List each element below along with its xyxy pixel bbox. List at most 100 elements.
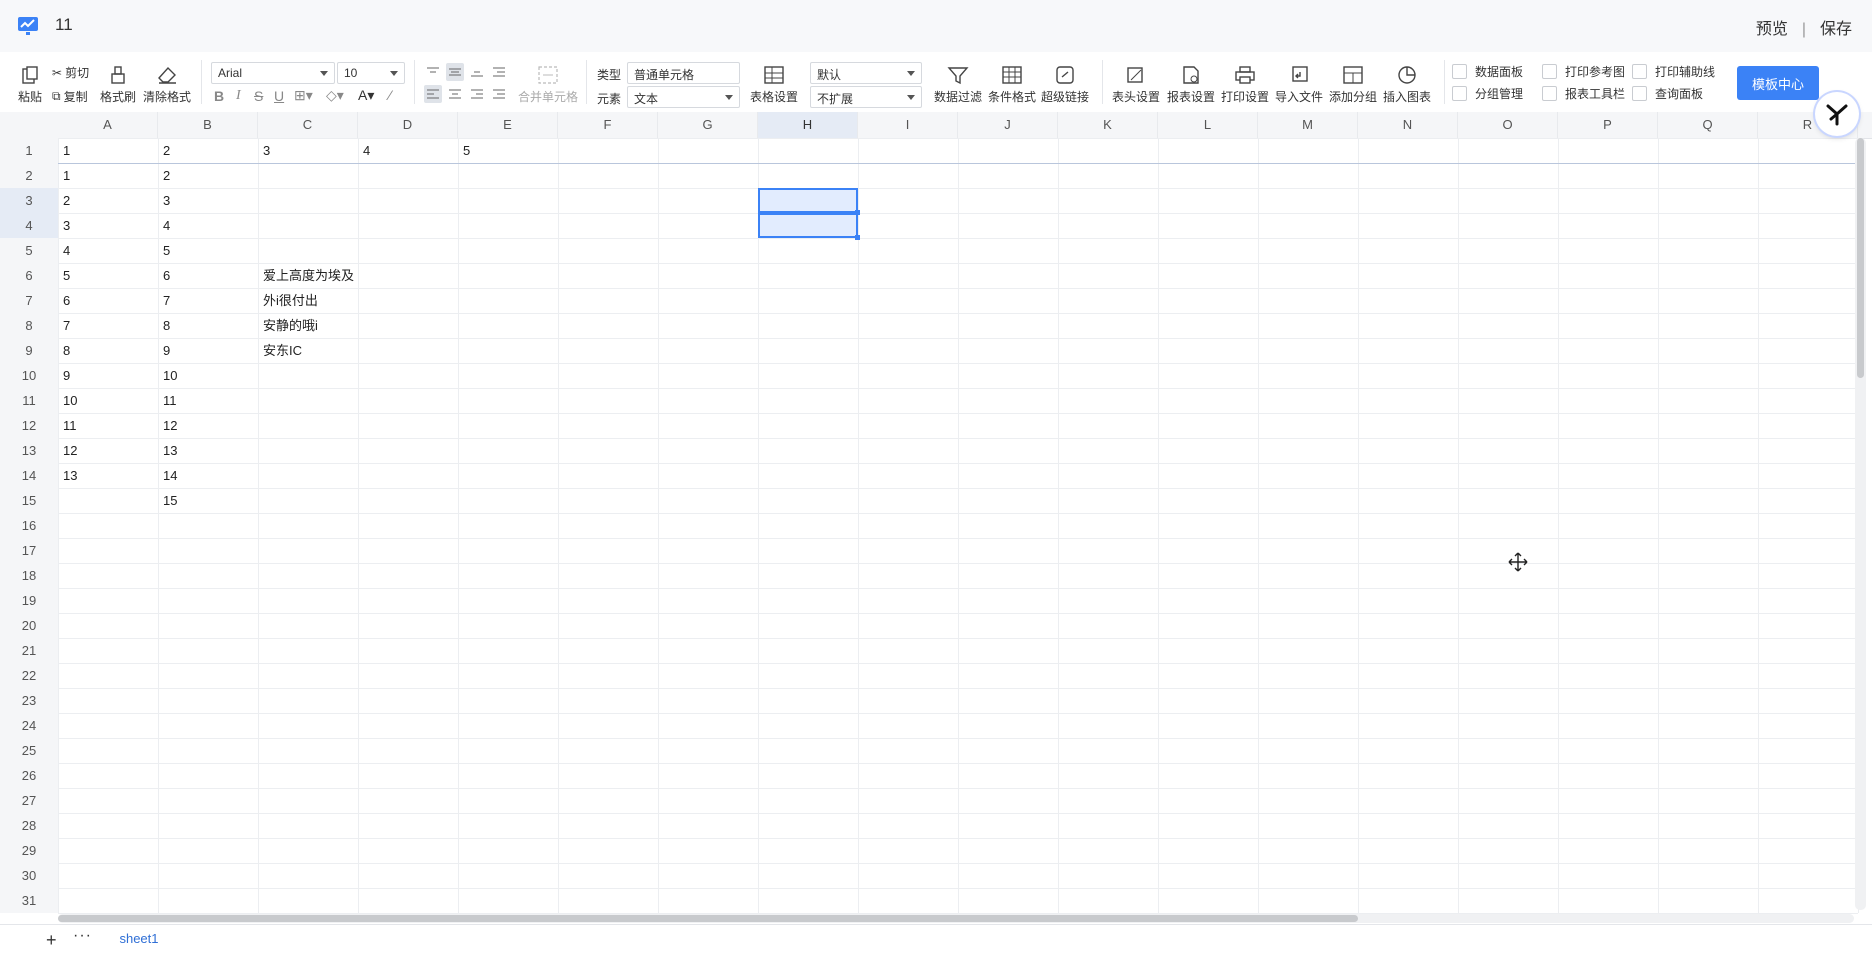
row-header-16[interactable]: 16 [0,513,58,538]
cell-a14[interactable]: 13 [58,463,158,488]
type-select[interactable]: 普通单元格 [627,62,740,84]
cell-c7[interactable]: 外i很付出 [258,288,358,313]
cell-a10[interactable]: 9 [58,363,158,388]
row-header-24[interactable]: 24 [0,713,58,738]
row-header-31[interactable]: 31 [0,888,58,913]
fill-color-icon[interactable]: ◇▾ [326,87,344,104]
cell-b13[interactable]: 13 [158,438,258,463]
cell-a5[interactable]: 4 [58,238,158,263]
cell-a13[interactable]: 12 [58,438,158,463]
align-center-icon[interactable] [446,85,464,103]
row-header-7[interactable]: 7 [0,288,58,313]
column-header-d[interactable]: D [358,112,458,138]
row-header-11[interactable]: 11 [0,388,58,413]
row-header-3[interactable]: 3 [0,188,58,213]
cell-b10[interactable]: 10 [158,363,258,388]
row-header-25[interactable]: 25 [0,738,58,763]
group-manage-checkbox[interactable]: 分组管理 [1452,85,1523,102]
assistant-avatar-icon[interactable] [1815,92,1859,136]
bold-icon[interactable]: B [214,88,224,104]
italic-icon[interactable]: I [236,88,241,104]
row-header-12[interactable]: 12 [0,413,58,438]
row-header-5[interactable]: 5 [0,238,58,263]
cell-b7[interactable]: 7 [158,288,258,313]
align-right-icon[interactable] [468,85,486,103]
cell-b6[interactable]: 6 [158,263,258,288]
indent-icon[interactable] [490,85,508,103]
column-header-l[interactable]: L [1158,112,1258,138]
row-header-9[interactable]: 9 [0,338,58,363]
column-header-c[interactable]: C [258,112,358,138]
cell-a11[interactable]: 10 [58,388,158,413]
align-bottom-icon[interactable] [468,63,486,81]
paste-button[interactable]: 粘贴 [18,62,42,105]
print-settings-button[interactable]: 打印设置 [1221,62,1269,105]
format-painter-button[interactable]: 格式刷 [100,62,136,105]
row-header-10[interactable]: 10 [0,363,58,388]
save-button[interactable]: 保存 [1820,21,1852,38]
header-settings-button[interactable]: 表头设置 [1112,62,1160,105]
wrap-text-icon[interactable] [490,63,508,81]
column-header-f[interactable]: F [558,112,658,138]
cell-a4[interactable]: 3 [58,213,158,238]
expand-select[interactable]: 不扩展 [810,86,922,108]
column-header-k[interactable]: K [1058,112,1158,138]
cell-d1[interactable]: 4 [358,138,458,163]
align-middle-icon[interactable] [446,63,464,81]
font-family-select[interactable]: Arial [211,62,335,84]
fill-handle[interactable] [855,210,860,215]
column-header-e[interactable]: E [458,112,558,138]
query-panel-checkbox[interactable]: 查询面板 [1632,85,1703,102]
column-header-i[interactable]: I [858,112,958,138]
row-header-30[interactable]: 30 [0,863,58,888]
align-top-icon[interactable] [424,63,442,81]
cell-b11[interactable]: 11 [158,388,258,413]
cell-b12[interactable]: 12 [158,413,258,438]
row-header-6[interactable]: 6 [0,263,58,288]
column-header-h[interactable]: H [758,112,858,138]
vertical-scrollbar[interactable] [1857,138,1864,378]
cell-b8[interactable]: 8 [158,313,258,338]
cell-c9[interactable]: 安东IC [258,338,358,363]
import-file-button[interactable]: 导入文件 [1275,62,1323,105]
font-color-icon[interactable]: A▾ [358,87,374,104]
clear-format-button[interactable]: 清除格式 [143,62,191,105]
element-select[interactable]: 文本 [627,86,740,108]
cell-b9[interactable]: 9 [158,338,258,363]
row-header-2[interactable]: 2 [0,163,58,188]
cell-b1[interactable]: 2 [158,138,258,163]
clear-style-icon[interactable]: ⁄ [389,87,391,103]
border-icon[interactable]: ⊞▾ [294,87,313,104]
row-header-14[interactable]: 14 [0,463,58,488]
cell-a3[interactable]: 2 [58,188,158,213]
cell-a8[interactable]: 7 [58,313,158,338]
column-header-n[interactable]: N [1358,112,1458,138]
column-header-a[interactable]: A [58,112,158,138]
column-header-m[interactable]: M [1258,112,1358,138]
row-header-18[interactable]: 18 [0,563,58,588]
report-toolbar-checkbox[interactable]: 报表工具栏 [1542,85,1625,102]
cell-b15[interactable]: 15 [158,488,258,513]
copy-button[interactable]: ⧉ 复制 [52,88,88,105]
row-header-21[interactable]: 21 [0,638,58,663]
cell-a2[interactable]: 1 [58,163,158,188]
report-settings-button[interactable]: 报表设置 [1167,62,1215,105]
column-header-j[interactable]: J [958,112,1058,138]
cell-b3[interactable]: 3 [158,188,258,213]
print-ref-checkbox[interactable]: 打印参考图 [1542,63,1625,80]
underline-icon[interactable]: U [274,88,284,104]
print-guides-checkbox[interactable]: 打印辅助线 [1632,63,1715,80]
template-center-button[interactable]: 模板中心 [1737,66,1819,100]
horizontal-scrollbar[interactable] [58,915,1358,922]
row-header-4[interactable]: 4 [0,213,58,238]
more-sheets-button[interactable]: ··· [73,927,92,945]
selected-cell-h4[interactable] [758,213,858,238]
sheet-tab[interactable]: sheet1 [106,925,172,957]
row-header-1[interactable]: 1 [0,138,58,163]
default-select[interactable]: 默认 [810,62,922,84]
cell-b2[interactable]: 2 [158,163,258,188]
hyperlink-button[interactable]: 超级链接 [1041,62,1089,105]
row-header-17[interactable]: 17 [0,538,58,563]
column-header-b[interactable]: B [158,112,258,138]
add-group-button[interactable]: 添加分组 [1329,62,1377,105]
